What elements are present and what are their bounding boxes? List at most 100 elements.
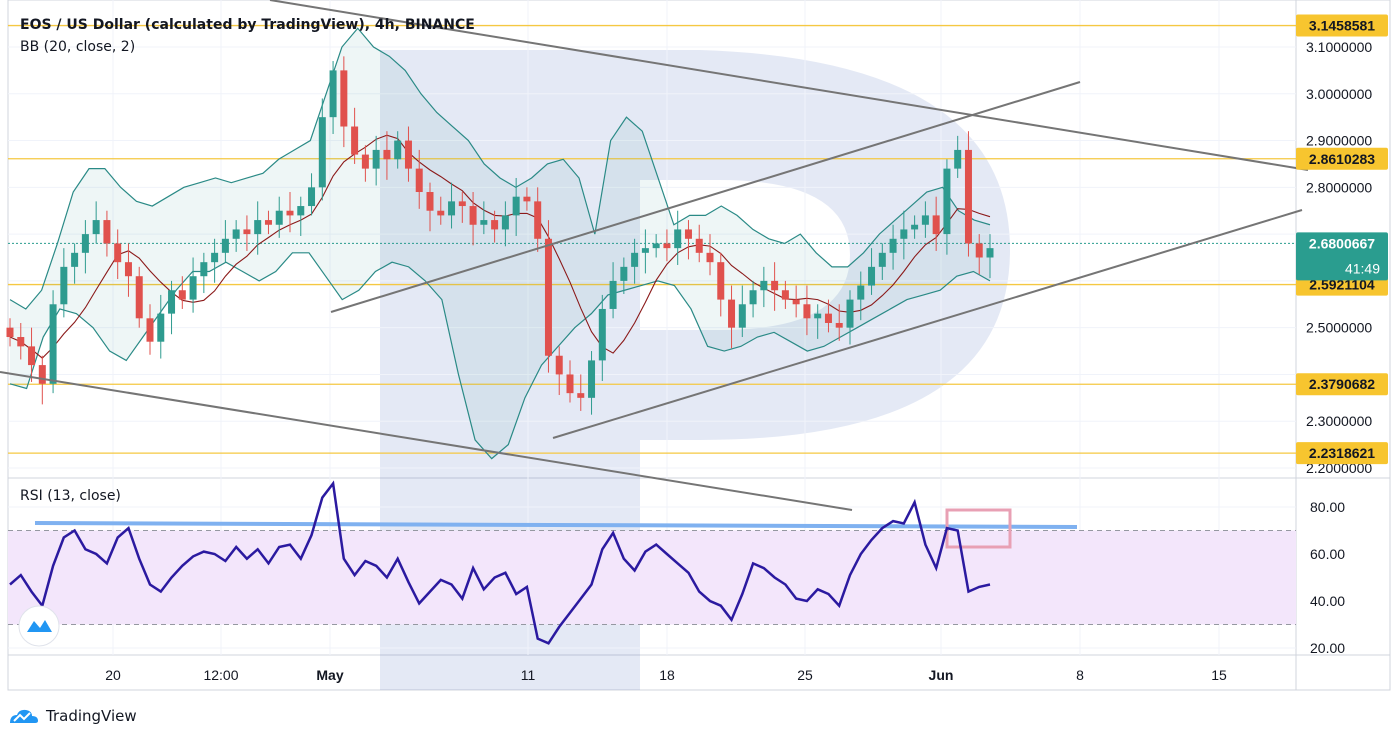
candle-body [318,117,326,188]
level-tag-label: 2.2318621 [1309,445,1375,461]
candle-body [684,229,692,239]
candle-body [771,280,779,291]
candle-body [308,187,316,207]
level-tag-label: 2.3790682 [1309,376,1375,392]
candle-body [921,215,929,225]
bb-indicator-label: BB (20, close, 2) [20,39,136,55]
bar-countdown-label: 41:49 [1345,260,1380,276]
candle-body [92,220,100,235]
rsi-band-fill [8,530,1296,625]
price-tick-label: 2.9000000 [1306,133,1372,149]
candle-body [534,201,542,239]
candle-body [695,238,703,253]
candle-body [189,276,197,300]
candle-body [803,304,811,319]
candle-body [878,252,886,267]
candle-body [598,308,606,361]
time-tick-label: 12:00 [203,667,238,683]
rsi-indicator-label: RSI (13, close) [20,488,121,504]
candle-body [200,262,208,277]
time-tick-label: 18 [659,667,675,683]
price-chart[interactable]: 2.20000002.30000002.50000002.80000002.90… [0,0,1398,740]
candle-body [275,210,283,225]
candle-body [641,248,649,253]
candle-body [49,304,57,384]
candle-body [674,229,682,249]
candle-body [168,290,176,314]
candle-body [577,393,585,398]
candle-body [943,168,951,235]
candle-body [157,313,165,342]
candle-body [588,360,596,398]
candle-body [738,304,746,328]
current-price-label: 2.6800667 [1309,235,1375,251]
candle-body [975,243,983,258]
rsi-band [8,530,1296,625]
candle-body [814,313,822,319]
time-tick-label: 20 [105,667,121,683]
candle-body [254,220,262,235]
candle-body [286,210,294,216]
candle-body [71,252,79,267]
time-tick-label: 11 [521,667,536,683]
candle-body [458,201,466,207]
candle-body [6,327,14,338]
time-tick-label: May [316,667,343,683]
chart-settings-button[interactable] [18,605,60,647]
candle-body [749,290,757,305]
price-tick-label: 2.5000000 [1306,320,1372,336]
candle-body [221,238,229,253]
candle-body [448,201,456,216]
level-tag-label: 2.8610283 [1309,151,1375,167]
candle-body [491,220,499,230]
price-tick-label: 3.0000000 [1306,86,1372,102]
candle-body [211,252,219,263]
candle-body [124,262,132,277]
candle-body [706,252,714,263]
candle-body [889,238,897,253]
chart-title: EOS / US Dollar (calculated by TradingVi… [20,17,475,33]
tradingview-cloud-icon [10,709,38,723]
candle-body [232,229,240,239]
candle-body [501,215,509,230]
candle-body [297,206,305,216]
candle-body [135,276,143,319]
rsi-tick-label: 20.00 [1310,640,1345,656]
candle-body [38,365,46,384]
candle-body [544,238,552,356]
candle-body [631,252,639,267]
price-tick-label: 2.8000000 [1306,179,1372,195]
candle-body [717,262,725,300]
candle-body [383,149,391,160]
candle-body [243,229,251,235]
candle-body [28,346,36,366]
candle-body [824,313,832,323]
candle-body [426,192,434,211]
candle-body [964,149,972,244]
candle-body [361,154,369,169]
candle-body [760,280,768,291]
candle-body [60,266,68,305]
tradingview-logo[interactable]: TradingView [8,704,137,728]
price-tick-label: 3.1000000 [1306,39,1372,55]
candle-body [264,220,272,225]
candle-body [480,220,488,225]
candle-body [857,285,865,300]
candle-body [846,299,854,328]
candle-body [437,210,445,216]
candle-body [404,140,412,169]
candle-body [835,322,843,328]
candle-body [415,168,423,193]
candle-body [340,70,348,127]
rsi-tick-label: 40.00 [1310,593,1345,609]
candle-body [652,243,660,249]
candle-body [329,70,337,118]
candle-body [900,229,908,239]
candle-body [178,290,186,300]
candle-body [986,248,994,258]
candle-body [728,299,736,328]
candle-body [954,149,962,169]
candle-body [868,266,876,286]
candle-body [114,243,122,263]
candle-body [351,126,359,155]
